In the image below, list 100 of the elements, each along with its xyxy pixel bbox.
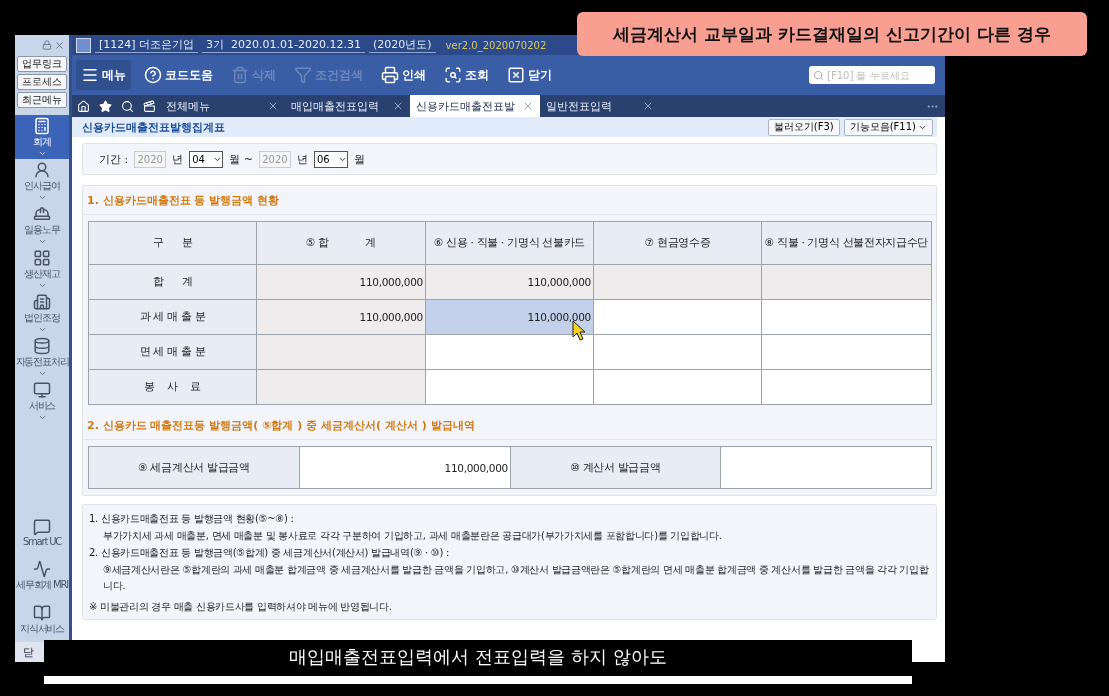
- service-item[interactable]: 지식서비스: [15, 598, 69, 642]
- row-header: 합 계: [89, 265, 257, 300]
- section-heading: 2. 신용카드 매출전표등 발행금액( ⑤합계 ) 중 세금계산서( 계산서 ) 발급내역: [83, 411, 936, 440]
- column-header: ⑧ 직불 · 기명식 선불전자지급수단: [762, 222, 932, 265]
- person-icon: [33, 160, 51, 179]
- search-icon: [813, 69, 824, 81]
- book-icon: [33, 604, 51, 622]
- close-icon[interactable]: [267, 100, 279, 112]
- quick-link-button[interactable]: 프로세스: [17, 74, 67, 90]
- home-icon[interactable]: [76, 99, 90, 113]
- module-item[interactable]: 법인조정: [15, 291, 69, 335]
- table-cell[interactable]: [721, 447, 932, 489]
- table-cell[interactable]: [594, 300, 762, 335]
- close-icon[interactable]: [392, 100, 404, 112]
- table-cell[interactable]: 110,000,000: [300, 447, 511, 489]
- fiscal-year-label: (2020년도): [369, 37, 436, 53]
- section-heading: 1. 신용카드매출전표 등 발행금액 현황: [83, 186, 936, 215]
- row-header: 과 세 매 출 분: [89, 300, 257, 335]
- table-cell[interactable]: 110,000,000: [426, 300, 594, 335]
- module-item[interactable]: 회계: [15, 115, 69, 159]
- page-title: 신용카드매출전표발행집계표: [82, 119, 225, 135]
- note-text: 2. 신용카드매출전표 등 발행금액(⑤합계) 중 세금계산서(계산서) 발급내역(⑨ · ⑩) :: [89, 546, 450, 560]
- note-text: ⑨세금계산서란은 ⑤합계란의 과세 매출분 합계금액 중 세금계산서를 발급한 금액을 기입하고, ⑩계산서 발급금액란은 ⑤합계란의 면세 매출분 합계금액 중 계산서를 발급한 금액을 각각 기입합니다.: [102, 563, 930, 593]
- clapperboard-icon[interactable]: [142, 99, 156, 113]
- menu-icon: [81, 66, 99, 84]
- company-label: [1124] 더조은기업: [95, 37, 199, 53]
- month-unit: 월 ~: [229, 151, 253, 167]
- table-cell[interactable]: [762, 370, 932, 405]
- module-item[interactable]: 인사급여: [15, 159, 69, 203]
- table-cell[interactable]: [762, 335, 932, 370]
- pulse-icon: [33, 560, 51, 578]
- filter-icon: [294, 66, 312, 84]
- module-item[interactable]: 생산재고: [15, 247, 69, 291]
- month-select[interactable]: 04: [189, 150, 224, 168]
- service-item[interactable]: 세무회계 MRI: [15, 554, 69, 598]
- row-header: 면 세 매 출 분: [89, 335, 257, 370]
- help-icon: [144, 66, 162, 84]
- column-header: ⑤ 합 계: [257, 222, 426, 265]
- calculator-icon: [33, 116, 51, 135]
- close-label[interactable]: 닫: [23, 644, 34, 660]
- module-item[interactable]: 자동전표처리: [15, 335, 69, 379]
- tab[interactable]: 일반전표입력: [540, 95, 660, 117]
- module-item[interactable]: 서비스: [15, 379, 69, 423]
- table-cell[interactable]: [426, 370, 594, 405]
- table-cell[interactable]: [762, 300, 932, 335]
- close-icon[interactable]: [642, 100, 654, 112]
- table-cell: 110,000,000: [426, 265, 594, 300]
- period-label: 기간 :: [99, 151, 129, 167]
- year-unit: 년: [296, 151, 308, 167]
- toolbar-button[interactable]: 조회: [439, 60, 494, 90]
- fiscal-period-label: 3기 2020.01.01-2020.12.31: [202, 37, 365, 53]
- tab[interactable]: 신용카드매출전표발: [410, 95, 540, 117]
- row-header: ⑨ 세금계산서 발급금액: [89, 447, 300, 489]
- table-cell[interactable]: [426, 335, 594, 370]
- column-header: ⑦ 현금영수증: [594, 222, 762, 265]
- app-logo-icon: [76, 37, 91, 53]
- load-button[interactable]: 불러오기(F3): [767, 118, 840, 136]
- quick-link-button[interactable]: 업무링크: [17, 56, 67, 72]
- table-cell[interactable]: [594, 335, 762, 370]
- chat-icon: [33, 517, 51, 536]
- note-text: ※ 미불관리의 경우 매출 신용카드사를 입력하셔야 메뉴에 반영됩니다.: [89, 600, 393, 614]
- year-unit: 년: [172, 151, 184, 167]
- note-text: 부가가치세 과세 매출분, 면세 매출분 및 봉사료로 각각 구분하여 기입하고, 과세 매출분란은 공급대가(부가가치세를 포함합니다)를 기입합니다.: [102, 529, 723, 543]
- database-icon: [33, 336, 51, 355]
- functions-button[interactable]: 기능모음(F11): [843, 118, 933, 136]
- month-unit: 월: [353, 151, 365, 167]
- printer-icon: [381, 66, 399, 84]
- row-header: 봉 사 료: [89, 370, 257, 405]
- close-icon: [507, 66, 525, 84]
- toolbar-button[interactable]: 메뉴: [76, 60, 131, 90]
- callout-caption: 세금계산서 교부일과 카드결재일의 신고기간이 다른 경우: [577, 12, 1087, 56]
- column-header: 구 분: [89, 222, 257, 265]
- close-icon[interactable]: [54, 39, 65, 51]
- tab[interactable]: 전체메뉴: [160, 95, 285, 117]
- search-field[interactable]: [F10] 을 누르세요: [809, 66, 935, 84]
- row-header: ⑩ 계산서 발급금액: [511, 447, 721, 489]
- trash-icon: [231, 66, 249, 84]
- quick-link-button[interactable]: 최근메뉴: [17, 92, 67, 108]
- close-icon[interactable]: [522, 100, 534, 112]
- column-header: ⑥ 신용 · 직불 · 기명식 선불카드: [426, 222, 594, 265]
- worker-icon: [33, 204, 51, 223]
- table-cell[interactable]: [594, 370, 762, 405]
- star-icon[interactable]: [98, 99, 112, 113]
- version-label: ver2.0_2020070202: [445, 39, 547, 51]
- grid-icon: [33, 248, 51, 267]
- month-select[interactable]: 06: [313, 150, 348, 168]
- table-cell: 110,000,000: [257, 265, 426, 300]
- table-cell: 110,000,000: [257, 300, 426, 335]
- tab[interactable]: 매입매출전표입력: [285, 95, 410, 117]
- search-icon[interactable]: [120, 99, 134, 113]
- note-text: 1. 신용카드매출전표 등 발행금액 현황(⑤~⑧) :: [89, 512, 295, 526]
- service-item[interactable]: Smart UC: [15, 510, 69, 554]
- toolbar-button[interactable]: 코드도움: [139, 60, 218, 90]
- search-icon: [444, 66, 462, 84]
- monitor-icon: [33, 380, 51, 399]
- building-icon: [33, 292, 51, 311]
- module-item[interactable]: 일용노무: [15, 203, 69, 247]
- lock-icon[interactable]: [42, 40, 52, 50]
- toolbar-button[interactable]: 인쇄: [376, 60, 431, 90]
- toolbar-button[interactable]: 닫기: [502, 60, 557, 90]
